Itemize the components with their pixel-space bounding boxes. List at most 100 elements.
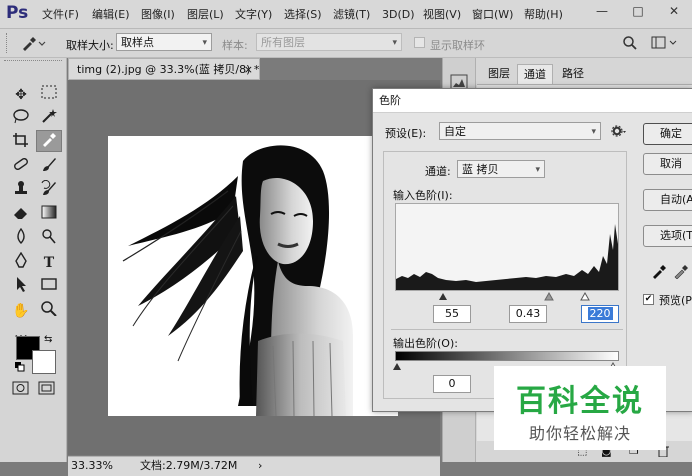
doc-info[interactable]: 文档:2.79M/3.72M: [140, 457, 237, 475]
crop-tool-icon[interactable]: [8, 132, 34, 154]
menu-window[interactable]: 窗口(W): [472, 7, 513, 23]
marquee-tool-icon[interactable]: [36, 84, 62, 106]
menu-help[interactable]: 帮助(H): [524, 7, 563, 23]
preview-checkbox[interactable]: ✔: [643, 294, 654, 305]
image-canvas[interactable]: [108, 136, 398, 416]
sample-value: 所有图层: [261, 36, 305, 49]
show-ring-checkbox[interactable]: [414, 37, 425, 48]
app-logo: Ps: [6, 3, 29, 23]
quick-mask-icon[interactable]: [12, 380, 30, 396]
clone-stamp-tool-icon[interactable]: [8, 180, 34, 202]
toolbox-grip[interactable]: [4, 60, 62, 65]
rectangle-tool-icon[interactable]: [36, 276, 62, 298]
channel-label: 通道:: [425, 165, 451, 178]
chevron-down-icon: ▾: [535, 165, 540, 175]
hand-tool-icon[interactable]: ✋: [8, 300, 34, 322]
history-brush-tool-icon[interactable]: [36, 179, 62, 202]
blur-tool-icon[interactable]: [8, 227, 34, 250]
brush-tool-icon[interactable]: [36, 156, 62, 178]
preview-label: 预览(P): [659, 294, 692, 307]
channel-value: 蓝 拷贝: [462, 163, 499, 176]
input-black-slider: [439, 293, 447, 300]
search-icon[interactable]: [622, 35, 638, 51]
minimize-button[interactable]: —: [584, 0, 620, 24]
options-bar: 取样大小: 取样点 ▾ 样本: 所有图层 ▾ 显示取样环: [0, 29, 692, 58]
channel-select[interactable]: 蓝 拷贝 ▾: [457, 160, 545, 178]
zoom-level[interactable]: 33.33%: [71, 457, 113, 475]
cancel-button[interactable]: 取消: [643, 153, 692, 175]
background-color-swatch[interactable]: [32, 350, 56, 374]
eyedropper-black-icon[interactable]: [651, 263, 667, 279]
eyedropper-gray-icon[interactable]: [673, 263, 689, 280]
dodge-tool-icon[interactable]: [36, 228, 62, 250]
pen-tool-icon[interactable]: [8, 251, 34, 274]
menu-select[interactable]: 选择(S): [284, 7, 322, 23]
watermark-title: 百科全说: [516, 384, 644, 419]
menu-edit[interactable]: 编辑(E): [92, 7, 130, 23]
chevron-down-icon: ▾: [202, 38, 207, 48]
levels-dialog: 色阶 预设(E): 自定 ▾ 通道: 蓝 拷贝 ▾ 输入色阶(I): 55 0.…: [372, 88, 692, 412]
eyedropper-icon: [23, 37, 46, 51]
output-levels-label: 输出色阶(O):: [393, 337, 458, 350]
default-colors-icon[interactable]: [15, 362, 25, 372]
grip-handle[interactable]: [6, 33, 9, 53]
sample-size-label: 取样大小:: [66, 39, 114, 52]
menu-filter[interactable]: 滤镜(T): [333, 7, 370, 23]
status-menu-icon[interactable]: ›: [258, 457, 262, 475]
portrait-photo: [122, 145, 353, 416]
output-gradient-bar: [395, 351, 619, 361]
eraser-tool-icon[interactable]: [8, 204, 34, 226]
tool-preset-picker[interactable]: [18, 33, 46, 53]
panel-icon: [651, 36, 677, 49]
close-tab-icon[interactable]: ×: [244, 59, 253, 79]
options-button[interactable]: 选项(T)...: [643, 225, 692, 247]
zoom-tool-icon[interactable]: [36, 300, 62, 322]
swap-colors-icon[interactable]: ⇆: [44, 334, 56, 346]
menu-bar: Ps 文件(F) 编辑(E) 图像(I) 图层(L) 文字(Y) 选择(S) 滤…: [0, 0, 692, 29]
input-gray-slider: [544, 291, 554, 301]
output-black-field[interactable]: 0: [433, 375, 471, 393]
gear-icon[interactable]: [611, 124, 629, 138]
ok-button[interactable]: 确定: [643, 123, 692, 145]
show-ring-label: 显示取样环: [430, 39, 485, 52]
status-bar: 33.33% 文档:2.79M/3.72M ›: [68, 456, 440, 476]
menu-3d[interactable]: 3D(D): [382, 7, 415, 23]
input-slider-track[interactable]: [395, 291, 619, 301]
sample-size-value: 取样点: [121, 36, 154, 49]
tab-channels[interactable]: 通道: [517, 64, 553, 84]
input-white-field[interactable]: 220: [581, 305, 619, 323]
document-tab[interactable]: timg (2).jpg @ 33.3%(蓝 拷贝/8) * ×: [68, 58, 260, 80]
screen-mode-icon[interactable]: [38, 380, 56, 396]
workspace-switcher[interactable]: [650, 35, 680, 51]
close-button[interactable]: ✕: [656, 0, 692, 24]
gradient-tool-icon[interactable]: [36, 204, 62, 226]
menu-view[interactable]: 视图(V): [423, 7, 461, 23]
tab-layers[interactable]: 图层: [481, 64, 517, 84]
document-tab-title: timg (2).jpg @ 33.3%(蓝 拷贝/8) *: [77, 63, 260, 76]
menu-type[interactable]: 文字(Y): [235, 7, 272, 23]
preset-select[interactable]: 自定 ▾: [439, 122, 601, 140]
toolbox: ✥ T ✋ … ⇆: [0, 58, 67, 462]
menu-image[interactable]: 图像(I): [141, 7, 175, 23]
dialog-title: 色阶: [373, 89, 692, 113]
maximize-button[interactable]: □: [620, 0, 656, 24]
sample-select[interactable]: 所有图层 ▾: [256, 33, 402, 51]
input-mid-field[interactable]: 0.43: [509, 305, 547, 323]
input-white-slider: [580, 291, 590, 301]
healing-brush-tool-icon[interactable]: [8, 156, 34, 178]
menu-layer[interactable]: 图层(L): [187, 7, 224, 23]
lasso-tool-icon[interactable]: [8, 108, 34, 130]
auto-button[interactable]: 自动(A): [643, 189, 692, 211]
preset-label: 预设(E):: [385, 127, 427, 140]
type-tool-icon[interactable]: T: [36, 252, 62, 274]
input-black-field[interactable]: 55: [433, 305, 471, 323]
menu-file[interactable]: 文件(F): [42, 7, 79, 23]
magic-wand-tool-icon[interactable]: [36, 108, 62, 130]
window-controls: — □ ✕: [584, 0, 692, 24]
move-tool-icon[interactable]: ✥: [8, 84, 34, 106]
path-selection-tool-icon[interactable]: [8, 276, 34, 298]
output-black-slider: [393, 363, 401, 370]
eyedropper-tool-icon[interactable]: [36, 130, 62, 152]
sample-size-select[interactable]: 取样点 ▾: [116, 33, 212, 51]
tab-paths[interactable]: 路径: [555, 64, 591, 84]
